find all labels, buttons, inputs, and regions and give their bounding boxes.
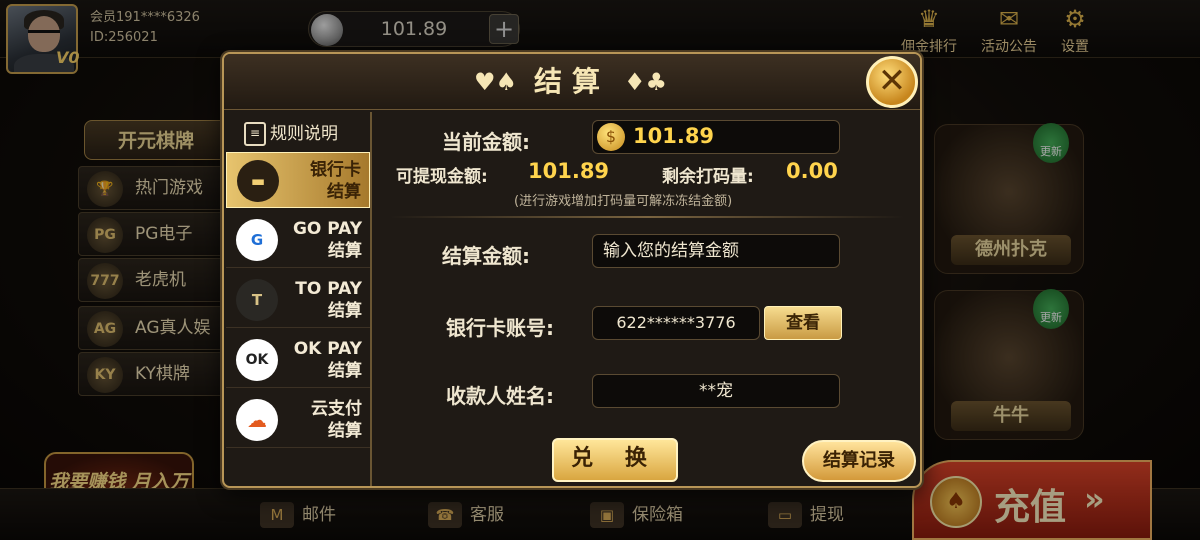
tab-cloud-pay[interactable]: ☁ 云支付 结算 [226, 392, 370, 448]
tab-bank-card[interactable]: ▬ 银行卡 结算 [226, 152, 370, 208]
rules-doc-icon: ≡ [244, 122, 266, 146]
settlement-dialog: ♥♠ 结算 ♦♣ ✕ ≡ 规则说明 ▬ 银行卡 结算 G GO PAY 结算 T TO… [222, 52, 922, 488]
withdrawable-value: 101.89 [528, 159, 610, 183]
view-card-button[interactable]: 查看 [764, 306, 842, 340]
settlement-form: 当前金额: $ 101.89 可提现金额: 101.89 剩余打码量: 0.00… [374, 112, 920, 488]
tab-label: 银行卡 结算 [310, 160, 361, 202]
payee-name-field: **宠 [592, 374, 840, 408]
gold-coin-icon: $ [597, 123, 625, 151]
exchange-button[interactable]: 兑 换 [552, 438, 678, 482]
unfreeze-hint: (进行游戏增加打码量可解冻冻结金额) [514, 194, 733, 209]
current-amount-label: 当前金额: [442, 130, 530, 154]
payment-method-sidebar: ≡ 规则说明 ▬ 银行卡 结算 G GO PAY 结算 T TO PAY 结算 OK O… [226, 112, 372, 486]
tab-label: OK PAY 结算 [293, 339, 362, 381]
settlement-records-button[interactable]: 结算记录 [802, 440, 916, 482]
tab-gopay[interactable]: G GO PAY 结算 [226, 212, 370, 268]
okpay-icon: OK [236, 339, 278, 381]
card-number-field: 622******3776 [592, 306, 760, 340]
cloud-pay-icon: ☁ [236, 399, 278, 441]
current-amount-value: 101.89 [633, 124, 715, 148]
remaining-label: 剩余打码量: [662, 167, 754, 187]
card-label: 银行卡账号: [446, 316, 554, 340]
withdrawable-label: 可提现金额: [396, 167, 488, 187]
rules-button[interactable]: ≡ 规则说明 [244, 118, 338, 150]
dialog-title: 结算 [533, 65, 610, 98]
gopay-icon: G [236, 219, 278, 261]
lobby-screen: V0 会员191****6326 ID:256021 101.89 + ♛ 佣金… [0, 0, 1200, 540]
current-amount-field: $ 101.89 [592, 120, 840, 154]
divider [390, 216, 904, 218]
topay-icon: T [236, 279, 278, 321]
remaining-value: 0.00 [786, 159, 838, 183]
settle-amount-label: 结算金额: [442, 244, 530, 268]
tab-okpay[interactable]: OK OK PAY 结算 [226, 332, 370, 388]
tab-topay[interactable]: T TO PAY 结算 [226, 272, 370, 328]
payee-label: 收款人姓名: [446, 384, 554, 408]
close-button[interactable]: ✕ [866, 56, 918, 108]
rules-label: 规则说明 [270, 124, 338, 144]
tab-label: GO PAY 结算 [292, 219, 362, 261]
diamond-club-icon: ♦♣ [624, 68, 668, 96]
tab-label: 云支付 结算 [311, 399, 362, 441]
bank-card-icon: ▬ [237, 160, 279, 202]
settle-amount-input[interactable] [592, 234, 840, 268]
tab-label: TO PAY 结算 [295, 279, 362, 321]
